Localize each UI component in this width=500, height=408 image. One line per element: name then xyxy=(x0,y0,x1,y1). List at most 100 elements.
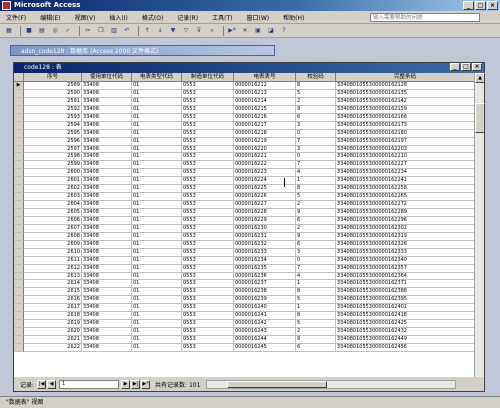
table-cell[interactable]: 33408 xyxy=(82,161,132,170)
column-header[interactable]: 电表类型代码 xyxy=(132,73,182,82)
table-cell[interactable]: 0553 xyxy=(182,97,234,106)
table-cell[interactable]: 0000016222 xyxy=(234,161,296,170)
table-cell[interactable]: 2598 xyxy=(24,153,82,162)
table-cell[interactable]: 3 xyxy=(296,121,336,130)
maximize-button[interactable]: □ xyxy=(475,1,486,10)
delete-record-icon[interactable]: ✕ xyxy=(240,26,250,36)
table-cell[interactable]: 0000016231 xyxy=(234,232,296,241)
record-selector[interactable] xyxy=(14,288,24,297)
table-cell[interactable]: 01 xyxy=(132,137,182,146)
record-selector[interactable] xyxy=(14,256,24,265)
table-cell[interactable]: 0000016244 xyxy=(234,336,296,344)
menu-tools[interactable]: 工具(T) xyxy=(212,13,232,22)
first-record-button[interactable]: |◀ xyxy=(37,380,47,389)
table-cell[interactable]: 33408 xyxy=(82,113,132,122)
table-cell[interactable]: 3 xyxy=(296,145,336,154)
table-cell[interactable]: 01 xyxy=(132,82,182,90)
filter-icon[interactable]: ▼ xyxy=(168,26,178,36)
table-cell[interactable]: 2 xyxy=(296,97,336,106)
print-icon[interactable]: ▤ xyxy=(37,26,47,36)
table-row[interactable]: 2595 33408 01 0553 0000016218 0 33408010553000… xyxy=(14,129,475,138)
table-cell[interactable]: 6 xyxy=(296,216,336,225)
scroll-thumb[interactable] xyxy=(475,103,485,133)
table-cell[interactable]: 01 xyxy=(132,201,182,209)
table-row[interactable]: 2612 33408 01 0553 0000016235 7 33408010553000… xyxy=(14,264,475,273)
table-cell[interactable]: 33408 xyxy=(82,89,132,98)
table-row[interactable]: 2593 33408 01 0553 0000016216 6 33408010553000… xyxy=(14,113,475,122)
table-row[interactable]: 2606 33408 01 0553 0000016229 6 33408010553000… xyxy=(14,216,475,225)
table-cell[interactable]: 01 xyxy=(132,161,182,170)
table-cell[interactable]: 33408 xyxy=(82,216,132,225)
table-cell[interactable]: 2607 xyxy=(24,224,82,233)
table-row[interactable]: 2610 33408 01 0553 0000016233 3 33408010553000… xyxy=(14,248,475,257)
table-cell[interactable]: 0553 xyxy=(182,137,234,146)
table-cell[interactable]: 2600 xyxy=(24,169,82,178)
record-selector[interactable] xyxy=(14,280,24,289)
table-cell[interactable]: 3340801055300000162432 xyxy=(336,328,475,336)
table-cell[interactable]: 0553 xyxy=(182,209,234,217)
table-cell[interactable]: 3340801055300000162180 xyxy=(336,129,475,138)
table-cell[interactable]: 01 xyxy=(132,264,182,273)
table-cell[interactable]: 0000016212 xyxy=(234,82,296,90)
table-cell[interactable]: 7 xyxy=(296,264,336,273)
hscroll-thumb[interactable] xyxy=(227,381,328,388)
table-cell[interactable]: 2612 xyxy=(24,264,82,273)
table-cell[interactable]: 3340801055300000162296 xyxy=(336,216,475,225)
table-cell[interactable]: 2592 xyxy=(24,105,82,114)
table-cell[interactable]: 01 xyxy=(132,129,182,138)
table-cell[interactable]: 01 xyxy=(132,216,182,225)
table-cell[interactable]: 2590 xyxy=(24,89,82,98)
table-cell[interactable]: 3340801055300000162265 xyxy=(336,193,475,202)
table-cell[interactable]: 0000016227 xyxy=(234,201,296,209)
table-cell[interactable]: 0000016235 xyxy=(234,264,296,273)
table-cell[interactable]: 33408 xyxy=(82,105,132,114)
table-cell[interactable]: 0000016215 xyxy=(234,105,296,114)
table-cell[interactable]: 0000016219 xyxy=(234,137,296,146)
menu-records[interactable]: 记录(R) xyxy=(177,13,198,22)
table-row[interactable]: 2619 33408 01 0553 0000016242 5 33408010553000… xyxy=(14,320,475,329)
record-selector[interactable] xyxy=(14,304,24,313)
filter-form-icon[interactable]: ▽ xyxy=(181,26,191,36)
table-cell[interactable]: 3340801055300000162197 xyxy=(336,137,475,146)
table-cell[interactable]: 2622 xyxy=(24,343,82,352)
table-cell[interactable]: 9 xyxy=(296,336,336,344)
table-row[interactable]: 2591 33408 01 0553 0000016214 2 33408010553000… xyxy=(14,97,475,106)
table-row[interactable]: 2590 33408 01 0553 0000016213 5 33408010553000… xyxy=(14,89,475,98)
table-cell[interactable]: 0000016233 xyxy=(234,248,296,257)
record-selector[interactable] xyxy=(14,113,24,122)
table-cell[interactable]: 0553 xyxy=(182,343,234,352)
table-cell[interactable]: 01 xyxy=(132,153,182,162)
table-cell[interactable]: 33408 xyxy=(82,209,132,217)
table-cell[interactable]: 3340801055300000162357 xyxy=(336,264,475,273)
record-selector[interactable] xyxy=(14,129,24,138)
apply-filter-icon[interactable]: ⊽ xyxy=(194,26,204,36)
record-selector[interactable] xyxy=(14,240,24,249)
record-selector[interactable] xyxy=(14,89,24,98)
table-cell[interactable]: 0553 xyxy=(182,256,234,265)
table-cell[interactable]: 33408 xyxy=(82,343,132,352)
table-cell[interactable]: 01 xyxy=(132,121,182,130)
copy-icon[interactable]: ❐ xyxy=(96,26,106,36)
table-cell[interactable]: 0553 xyxy=(182,201,234,209)
table-cell[interactable]: 3340801055300000162289 xyxy=(336,209,475,217)
table-cell[interactable]: 2619 xyxy=(24,320,82,329)
table-cell[interactable]: 0000016242 xyxy=(234,320,296,329)
table-cell[interactable]: 0000016221 xyxy=(234,153,296,162)
table-cell[interactable]: 2608 xyxy=(24,232,82,241)
record-selector[interactable] xyxy=(14,272,24,281)
table-cell[interactable]: 3340801055300000162258 xyxy=(336,185,475,194)
table-cell[interactable]: 2618 xyxy=(24,312,82,321)
table-cell[interactable]: 0553 xyxy=(182,82,234,90)
table-cell[interactable]: 0553 xyxy=(182,320,234,329)
table-cell[interactable]: 0553 xyxy=(182,312,234,321)
table-cell[interactable]: 0553 xyxy=(182,185,234,194)
table-cell[interactable]: 01 xyxy=(132,232,182,241)
table-cell[interactable]: 0000016237 xyxy=(234,280,296,289)
table-cell[interactable]: 3340801055300000162371 xyxy=(336,280,475,289)
table-cell[interactable]: 2615 xyxy=(24,288,82,297)
column-header[interactable]: 制造单位代码 xyxy=(182,73,234,82)
table-cell[interactable]: 3340801055300000162203 xyxy=(336,145,475,154)
table-cell[interactable]: 3340801055300000162456 xyxy=(336,343,475,352)
next-record-button[interactable]: ▶ xyxy=(121,380,131,389)
table-cell[interactable]: 5 xyxy=(296,89,336,98)
